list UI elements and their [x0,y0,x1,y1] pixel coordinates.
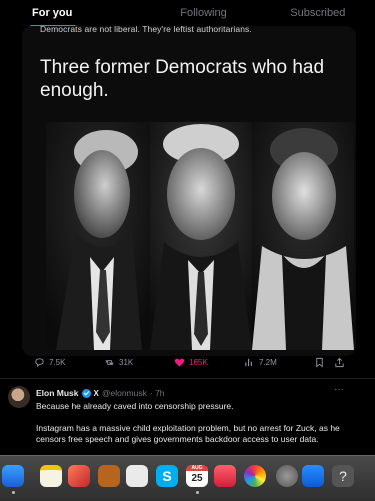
finder-icon[interactable] [2,465,24,487]
share-button[interactable] [334,357,345,368]
x-logo-icon: X [93,388,99,398]
avatar[interactable] [8,386,30,408]
share-icon [335,357,344,368]
calendar-icon[interactable]: AUG 25 [186,465,208,487]
bookmark-icon [316,357,323,368]
post-media-card[interactable]: Democrats are not liberal. They're lefti… [22,26,356,356]
views-button[interactable]: 7.2M [244,357,277,368]
verified-badge-icon [81,388,91,398]
mail-icon[interactable] [98,465,120,487]
repost-button[interactable]: 31K [104,357,133,368]
portrait-left [46,122,150,350]
author-handle[interactable]: @elonmusk [102,388,147,398]
author-name[interactable]: Elon Musk [36,388,79,398]
help-icon[interactable]: ? [332,465,354,487]
repost-icon [105,360,114,365]
like-count: 165K [189,358,208,367]
portrait-center [150,122,252,350]
views-icon [245,358,252,367]
system-settings-icon[interactable] [276,465,298,487]
like-button[interactable]: 165K [174,357,208,368]
post-text-partial: Democrats are not liberal. They're lefti… [40,26,252,34]
triptych-photo[interactable] [46,122,354,350]
running-indicator [196,491,199,494]
reply-text-paragraph: Instagram has a massive child exploitati… [36,423,340,444]
heart-icon [174,358,185,367]
freeform-icon[interactable] [68,465,90,487]
post-action-bar: 7.5K 31K 165K 7.2M [34,357,344,373]
reply-header: Elon Musk X @elonmusk · 7h [36,388,165,398]
text-editor-icon[interactable] [126,465,148,487]
dock: S AUG 25 ? [0,455,375,501]
photos-icon[interactable] [244,465,266,487]
app-store-icon[interactable] [302,465,324,487]
reply-button[interactable]: 7.5K [34,357,65,368]
reply-icon [35,358,44,368]
skype-icon[interactable]: S [156,465,178,487]
reply-count: 7.5K [49,358,66,367]
reply-text-line1: Because he already caved into censorship… [36,401,234,411]
calendar-day: 25 [191,473,203,484]
running-indicator [12,491,15,494]
more-options-icon[interactable]: ··· [334,384,344,395]
music-icon[interactable] [214,465,236,487]
divider [0,378,375,379]
portrait-right [252,122,354,350]
views-count: 7.2M [259,358,277,367]
post-time: · 7h [149,388,165,398]
notes-icon[interactable] [40,465,62,487]
bookmark-button[interactable] [314,357,325,368]
image-headline: Three former Democrats who had enough. [40,57,325,101]
repost-count: 31K [119,358,134,367]
